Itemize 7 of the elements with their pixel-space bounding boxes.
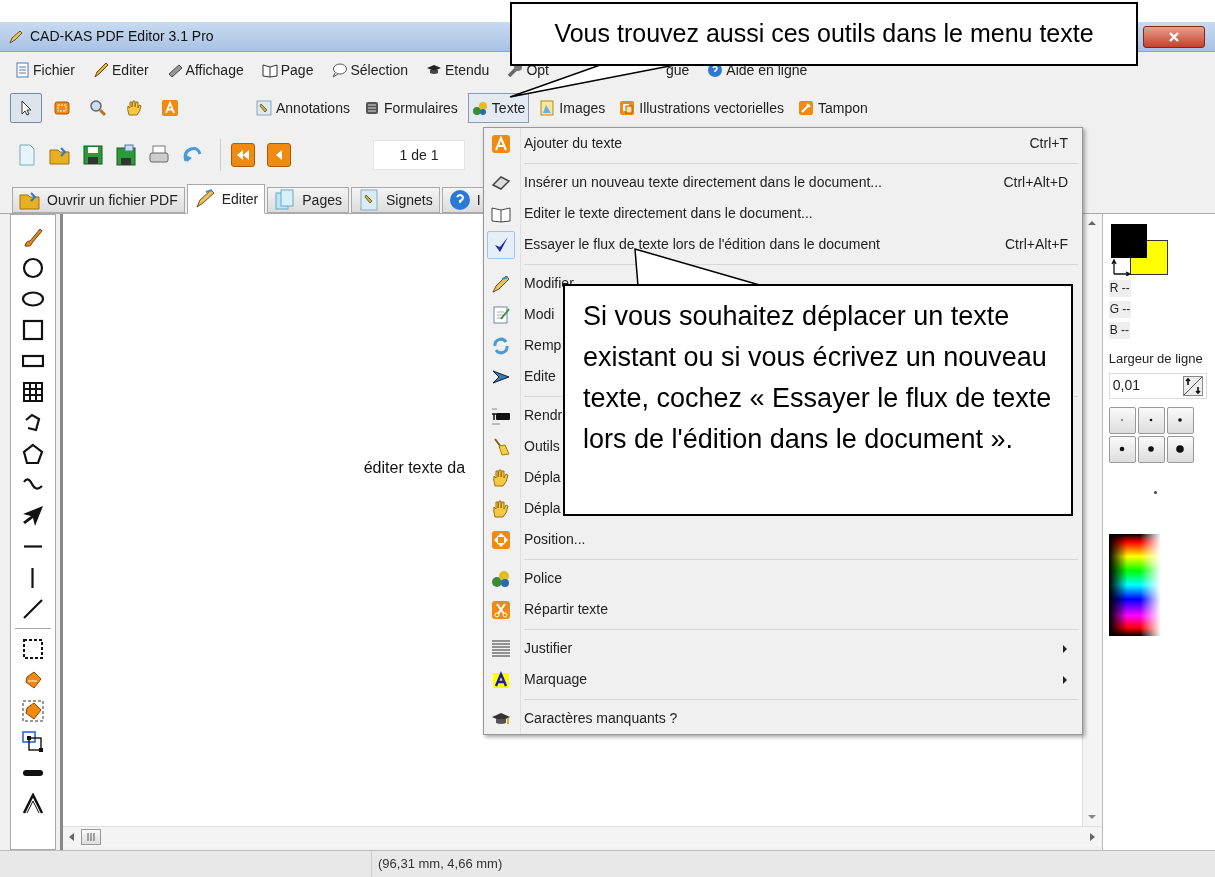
color-value-label: B -- <box>1108 322 1131 339</box>
line-width-label: Largeur de ligne <box>1108 350 1203 368</box>
document-text: éditer texte da <box>363 458 466 478</box>
color-value-label: G -- <box>1108 301 1132 318</box>
cursor-coordinates: (96,31 mm, 4,66 mm) <box>377 855 504 874</box>
window-title: CAD-KAS PDF Editor 3.1 Pro <box>30 27 214 46</box>
color-value-label: R -- <box>1108 280 1131 297</box>
